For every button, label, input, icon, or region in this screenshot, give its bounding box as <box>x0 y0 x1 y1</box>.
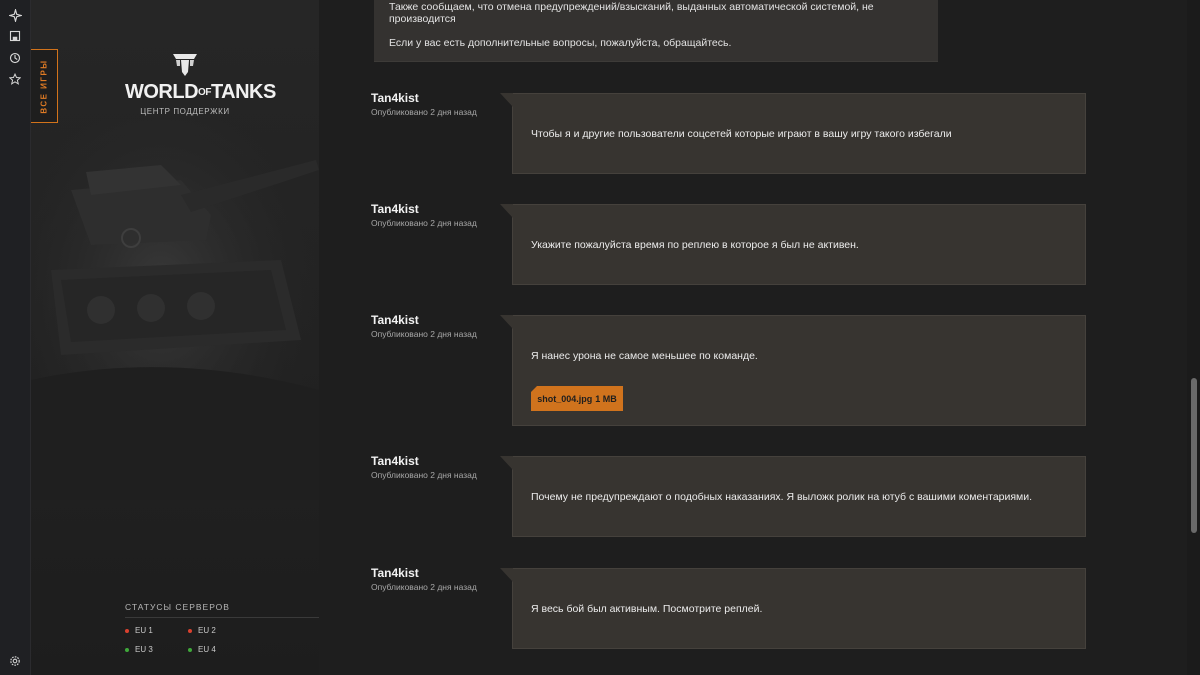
comment-author: Tan4kist <box>371 313 419 327</box>
history-icon[interactable] <box>7 50 23 66</box>
tank-background-art <box>31 120 319 500</box>
status-dot <box>125 628 129 633</box>
comment-timestamp: Опубликовано 2 дня назад <box>371 329 477 339</box>
comment-text: Я весь бой был активным. Посмотрите репл… <box>531 603 763 615</box>
status-dot <box>188 647 192 652</box>
server-status-eu4: EU 4 <box>188 645 216 654</box>
divider <box>125 617 319 618</box>
world-of-tanks-logo[interactable]: WORLDOFTANKS ЦЕНТР ПОДДЕРЖКИ <box>125 50 276 116</box>
comment-bubble: Чтобы я и другие пользователи соцсетей к… <box>500 93 1086 174</box>
comment-author: Tan4kist <box>371 202 419 216</box>
comment-bubble: Почему не предупреждают о подобных наказ… <box>500 456 1086 537</box>
attachment-size: 1 MB <box>595 393 617 404</box>
all-games-tab[interactable]: ВСЕ ИГРЫ <box>31 49 58 123</box>
server-status-eu1: EU 1 <box>125 626 153 635</box>
browser-sidebar <box>0 0 31 675</box>
server-status-eu2: EU 2 <box>188 626 216 635</box>
comment-timestamp: Опубликовано 2 дня назад <box>371 470 477 480</box>
sparkle-icon[interactable] <box>7 7 23 23</box>
comment-author: Tan4kist <box>371 454 419 468</box>
save-page-icon[interactable] <box>7 28 23 44</box>
attachment-file-link[interactable]: shot_004.jpg 1 MB <box>531 386 623 411</box>
comment-bubble: Я нанес урона не самое меньшее по команд… <box>500 315 1086 426</box>
settings-icon[interactable] <box>7 653 23 669</box>
comment-timestamp: Опубликовано 2 дня назад <box>371 218 477 228</box>
all-games-label: ВСЕ ИГРЫ <box>39 58 49 114</box>
comment-author: Tan4kist <box>371 91 419 105</box>
support-sidebar: ВСЕ ИГРЫ WORLDOFTANKS ЦЕНТР ПОДДЕРЖКИ СТ… <box>31 0 319 675</box>
status-dot <box>125 647 129 652</box>
comment-timestamp: Опубликовано 2 дня назад <box>371 107 477 117</box>
comment-bubble: Укажите пожалуйста время по реплею в кот… <box>500 204 1086 285</box>
support-center-label: ЦЕНТР ПОДДЕРЖКИ <box>140 107 230 116</box>
comment-author: Tan4kist <box>371 566 419 580</box>
comment-text: Чтобы я и другие пользователи соцсетей к… <box>531 128 952 140</box>
comment-text: Я нанес урона не самое меньшее по команд… <box>531 350 758 362</box>
server-status-title: СТАТУСЫ СЕРВЕРОВ <box>125 602 230 612</box>
comment-text: Почему не предупреждают о подобных наказ… <box>531 491 1033 503</box>
scrollbar-thumb[interactable] <box>1191 378 1197 533</box>
status-dot <box>188 628 192 633</box>
support-reply-message: Также сообщаем, что отмена предупреждени… <box>374 0 938 62</box>
comment-bubble: Я весь бой был активным. Посмотрите репл… <box>500 568 1086 649</box>
attachment-name: shot_004.jpg <box>537 393 593 404</box>
wot-emblem-icon <box>173 54 197 76</box>
server-status-eu3: EU 3 <box>125 645 153 654</box>
comment-text: Укажите пожалуйста время по реплею в кот… <box>531 239 859 251</box>
page-scrollbar[interactable] <box>1187 0 1200 675</box>
comment-timestamp: Опубликовано 2 дня назад <box>371 582 477 592</box>
star-icon[interactable] <box>7 71 23 87</box>
logo-wordmark: WORLDOFTANKS <box>125 81 276 103</box>
